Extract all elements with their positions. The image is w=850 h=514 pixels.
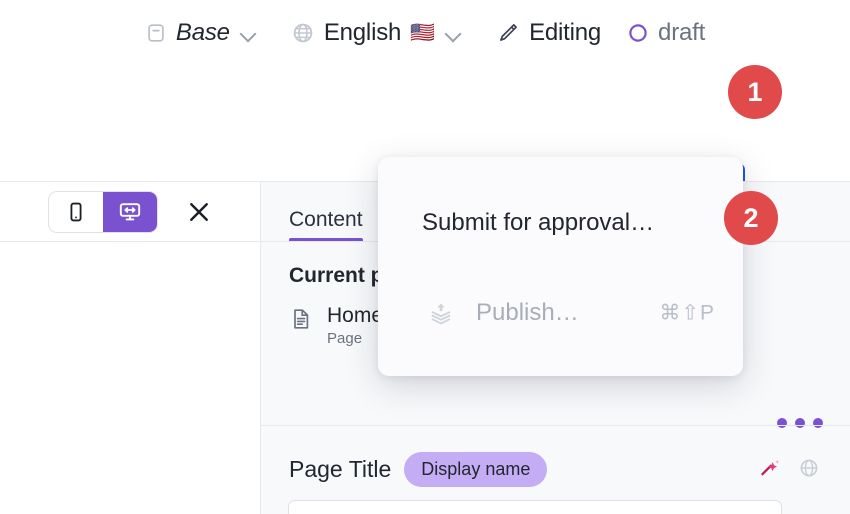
page-title-field-block: Page Title Display name bbox=[261, 426, 850, 514]
chevron-down-icon[interactable] bbox=[444, 24, 462, 42]
status-badge[interactable]: draft bbox=[627, 19, 705, 47]
close-x-icon bbox=[185, 198, 213, 226]
language-selector[interactable]: English 🇺🇸 bbox=[291, 19, 462, 47]
base-label: Base bbox=[175, 19, 230, 46]
status-label: draft bbox=[658, 19, 706, 46]
magic-wand-icon[interactable] bbox=[758, 456, 782, 480]
pencil-icon bbox=[496, 21, 520, 45]
viewport-responsive-button[interactable] bbox=[102, 191, 157, 232]
base-card-icon bbox=[145, 22, 167, 44]
annotation-badge-1: 1 bbox=[728, 65, 782, 119]
tab-content[interactable]: Content bbox=[289, 208, 363, 242]
page-title-input[interactable] bbox=[288, 500, 782, 514]
page-document-icon bbox=[289, 307, 313, 331]
globe-icon bbox=[291, 21, 315, 45]
page-title-field-actions bbox=[758, 456, 820, 480]
current-page-subtitle: Page bbox=[327, 330, 363, 347]
app-root: Base English 🇺🇸 Editing draft Content Cu… bbox=[0, 0, 850, 514]
save-dropdown-menu: Submit for approval… Publish… ⌘⇧P bbox=[378, 157, 743, 376]
page-title-field-header: Page Title Display name bbox=[289, 452, 548, 487]
top-bar: Base English 🇺🇸 Editing draft bbox=[0, 0, 850, 221]
language-label: English bbox=[323, 19, 402, 46]
globe-icon[interactable] bbox=[798, 457, 820, 479]
current-page-texts: Home Page bbox=[327, 304, 383, 347]
viewport-toggle-group[interactable] bbox=[47, 190, 158, 233]
circle-outline-icon bbox=[627, 22, 649, 44]
current-page-title: Home bbox=[327, 304, 384, 327]
editing-mode-label: Editing bbox=[529, 19, 602, 46]
display-name-badge: Display name bbox=[404, 452, 548, 487]
current-page-item[interactable]: Home Page bbox=[289, 304, 383, 347]
top-bar-controls: Base English 🇺🇸 Editing draft bbox=[0, 0, 850, 66]
preview-panel bbox=[0, 182, 261, 514]
publish-layers-icon bbox=[428, 300, 454, 326]
viewport-mobile-button[interactable] bbox=[48, 191, 103, 232]
flag-icon: 🇺🇸 bbox=[410, 22, 436, 44]
close-preview-button[interactable] bbox=[184, 197, 214, 227]
chevron-down-icon[interactable] bbox=[239, 24, 257, 42]
menu-item-shortcut: ⌘⇧P bbox=[659, 301, 715, 325]
editing-mode-control[interactable]: Editing bbox=[496, 19, 601, 47]
base-selector[interactable]: Base bbox=[145, 19, 257, 47]
mobile-device-icon bbox=[65, 201, 87, 223]
menu-item-publish[interactable]: Publish… ⌘⇧P bbox=[378, 285, 743, 341]
annotation-badge-2: 2 bbox=[724, 191, 778, 245]
menu-item-label: Submit for approval… bbox=[422, 209, 655, 236]
preview-toolbar bbox=[0, 182, 261, 242]
responsive-desktop-icon bbox=[118, 200, 142, 224]
page-title-label: Page Title bbox=[289, 456, 392, 482]
menu-item-label: Publish… bbox=[476, 299, 579, 326]
menu-item-submit-for-approval[interactable]: Submit for approval… bbox=[378, 195, 743, 251]
